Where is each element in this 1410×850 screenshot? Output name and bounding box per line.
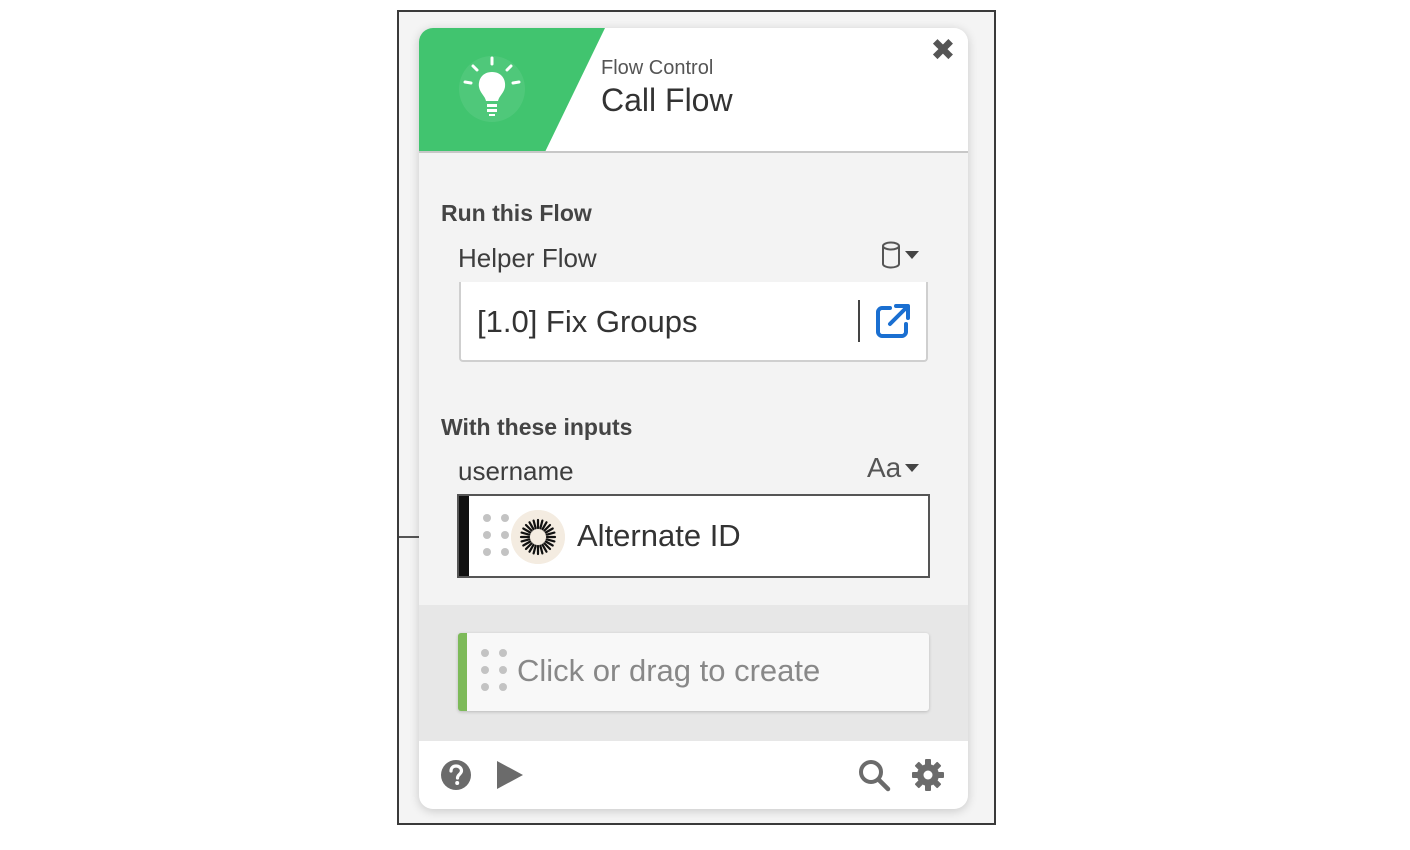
card-footer [419, 741, 968, 809]
header-accent [419, 28, 605, 151]
database-icon [882, 241, 900, 269]
text-type-label: Aa [867, 452, 902, 483]
select-divider [858, 300, 860, 342]
close-icon[interactable]: ✖ [928, 36, 958, 66]
sunburst-icon [511, 510, 565, 564]
drag-handle-icon[interactable] [481, 649, 507, 691]
chevron-down-icon [905, 464, 920, 472]
input-value: Alternate ID [577, 518, 741, 553]
help-icon[interactable] [439, 758, 473, 792]
inputs-heading: With these inputs [441, 414, 633, 440]
helper-flow-type-toggle[interactable] [881, 241, 919, 269]
create-dropzone[interactable]: Click or drag to create [419, 605, 968, 741]
gear-icon[interactable] [911, 758, 945, 792]
canvas-frame: Flow Control Call Flow ✖ Run this Flow H… [397, 10, 996, 825]
username-type-toggle[interactable]: Aa [867, 452, 920, 484]
create-input-button[interactable]: Click or drag to create [458, 633, 929, 711]
helper-flow-select[interactable]: [1.0] Fix Groups [459, 282, 928, 362]
username-label: username [458, 456, 574, 486]
create-placeholder: Click or drag to create [517, 653, 821, 688]
node-title: Call Flow [601, 82, 733, 118]
helper-flow-label: Helper Flow [458, 243, 597, 273]
chevron-down-icon [905, 251, 919, 259]
external-link-icon[interactable] [874, 302, 912, 340]
input-color-bar [459, 496, 469, 576]
username-input[interactable]: Alternate ID [457, 494, 930, 578]
card-header: Flow Control Call Flow ✖ [419, 28, 968, 153]
node-category: Flow Control [601, 57, 714, 79]
run-flow-heading: Run this Flow [441, 200, 592, 226]
drag-handle-icon[interactable] [483, 514, 509, 556]
search-icon[interactable] [857, 758, 891, 792]
lightbulb-icon [459, 56, 525, 122]
call-flow-card[interactable]: Flow Control Call Flow ✖ Run this Flow H… [419, 28, 968, 809]
selected-flow-name: [1.0] Fix Groups [477, 304, 698, 339]
play-icon[interactable] [493, 758, 527, 792]
